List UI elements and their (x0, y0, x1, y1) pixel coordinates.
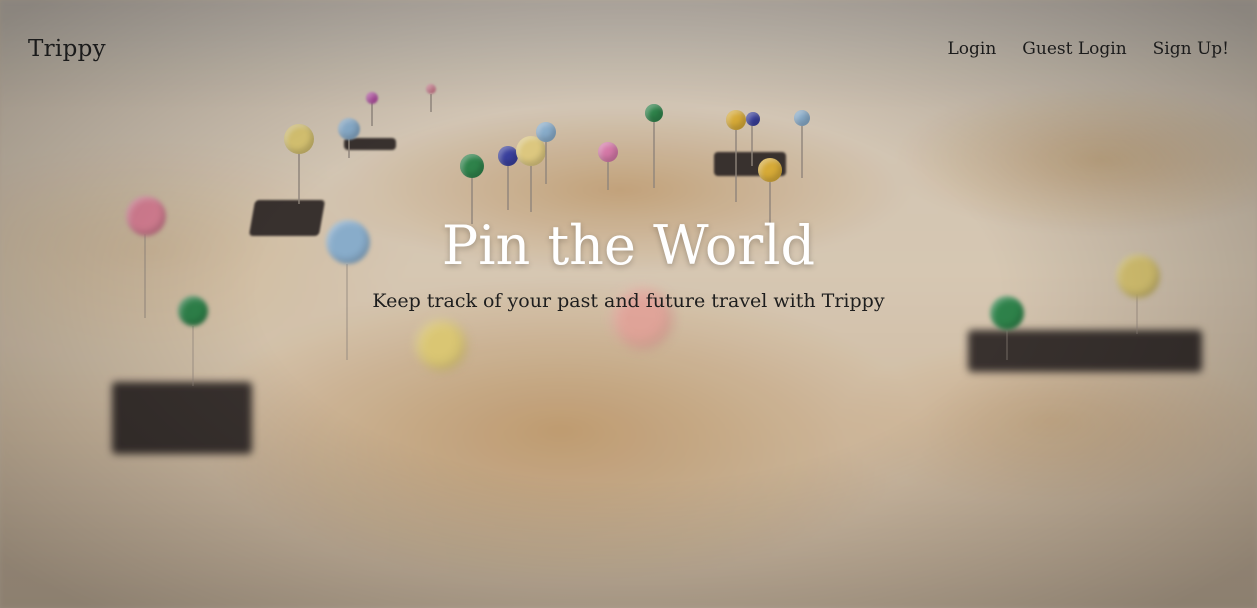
guest-login-link[interactable]: Guest Login (1022, 39, 1126, 59)
sign-up-link[interactable]: Sign Up! (1153, 39, 1229, 59)
brand-logo-link[interactable]: Trippy (28, 36, 106, 62)
nav-links: Login Guest Login Sign Up! (948, 39, 1230, 59)
top-navbar: Trippy Login Guest Login Sign Up! (0, 0, 1257, 100)
hero-section: Trippy Login Guest Login Sign Up! Pin th… (0, 0, 1257, 608)
hero-title: Pin the World (441, 214, 816, 277)
hero-subtitle: Keep track of your past and future trave… (372, 290, 885, 312)
login-link[interactable]: Login (948, 39, 997, 59)
